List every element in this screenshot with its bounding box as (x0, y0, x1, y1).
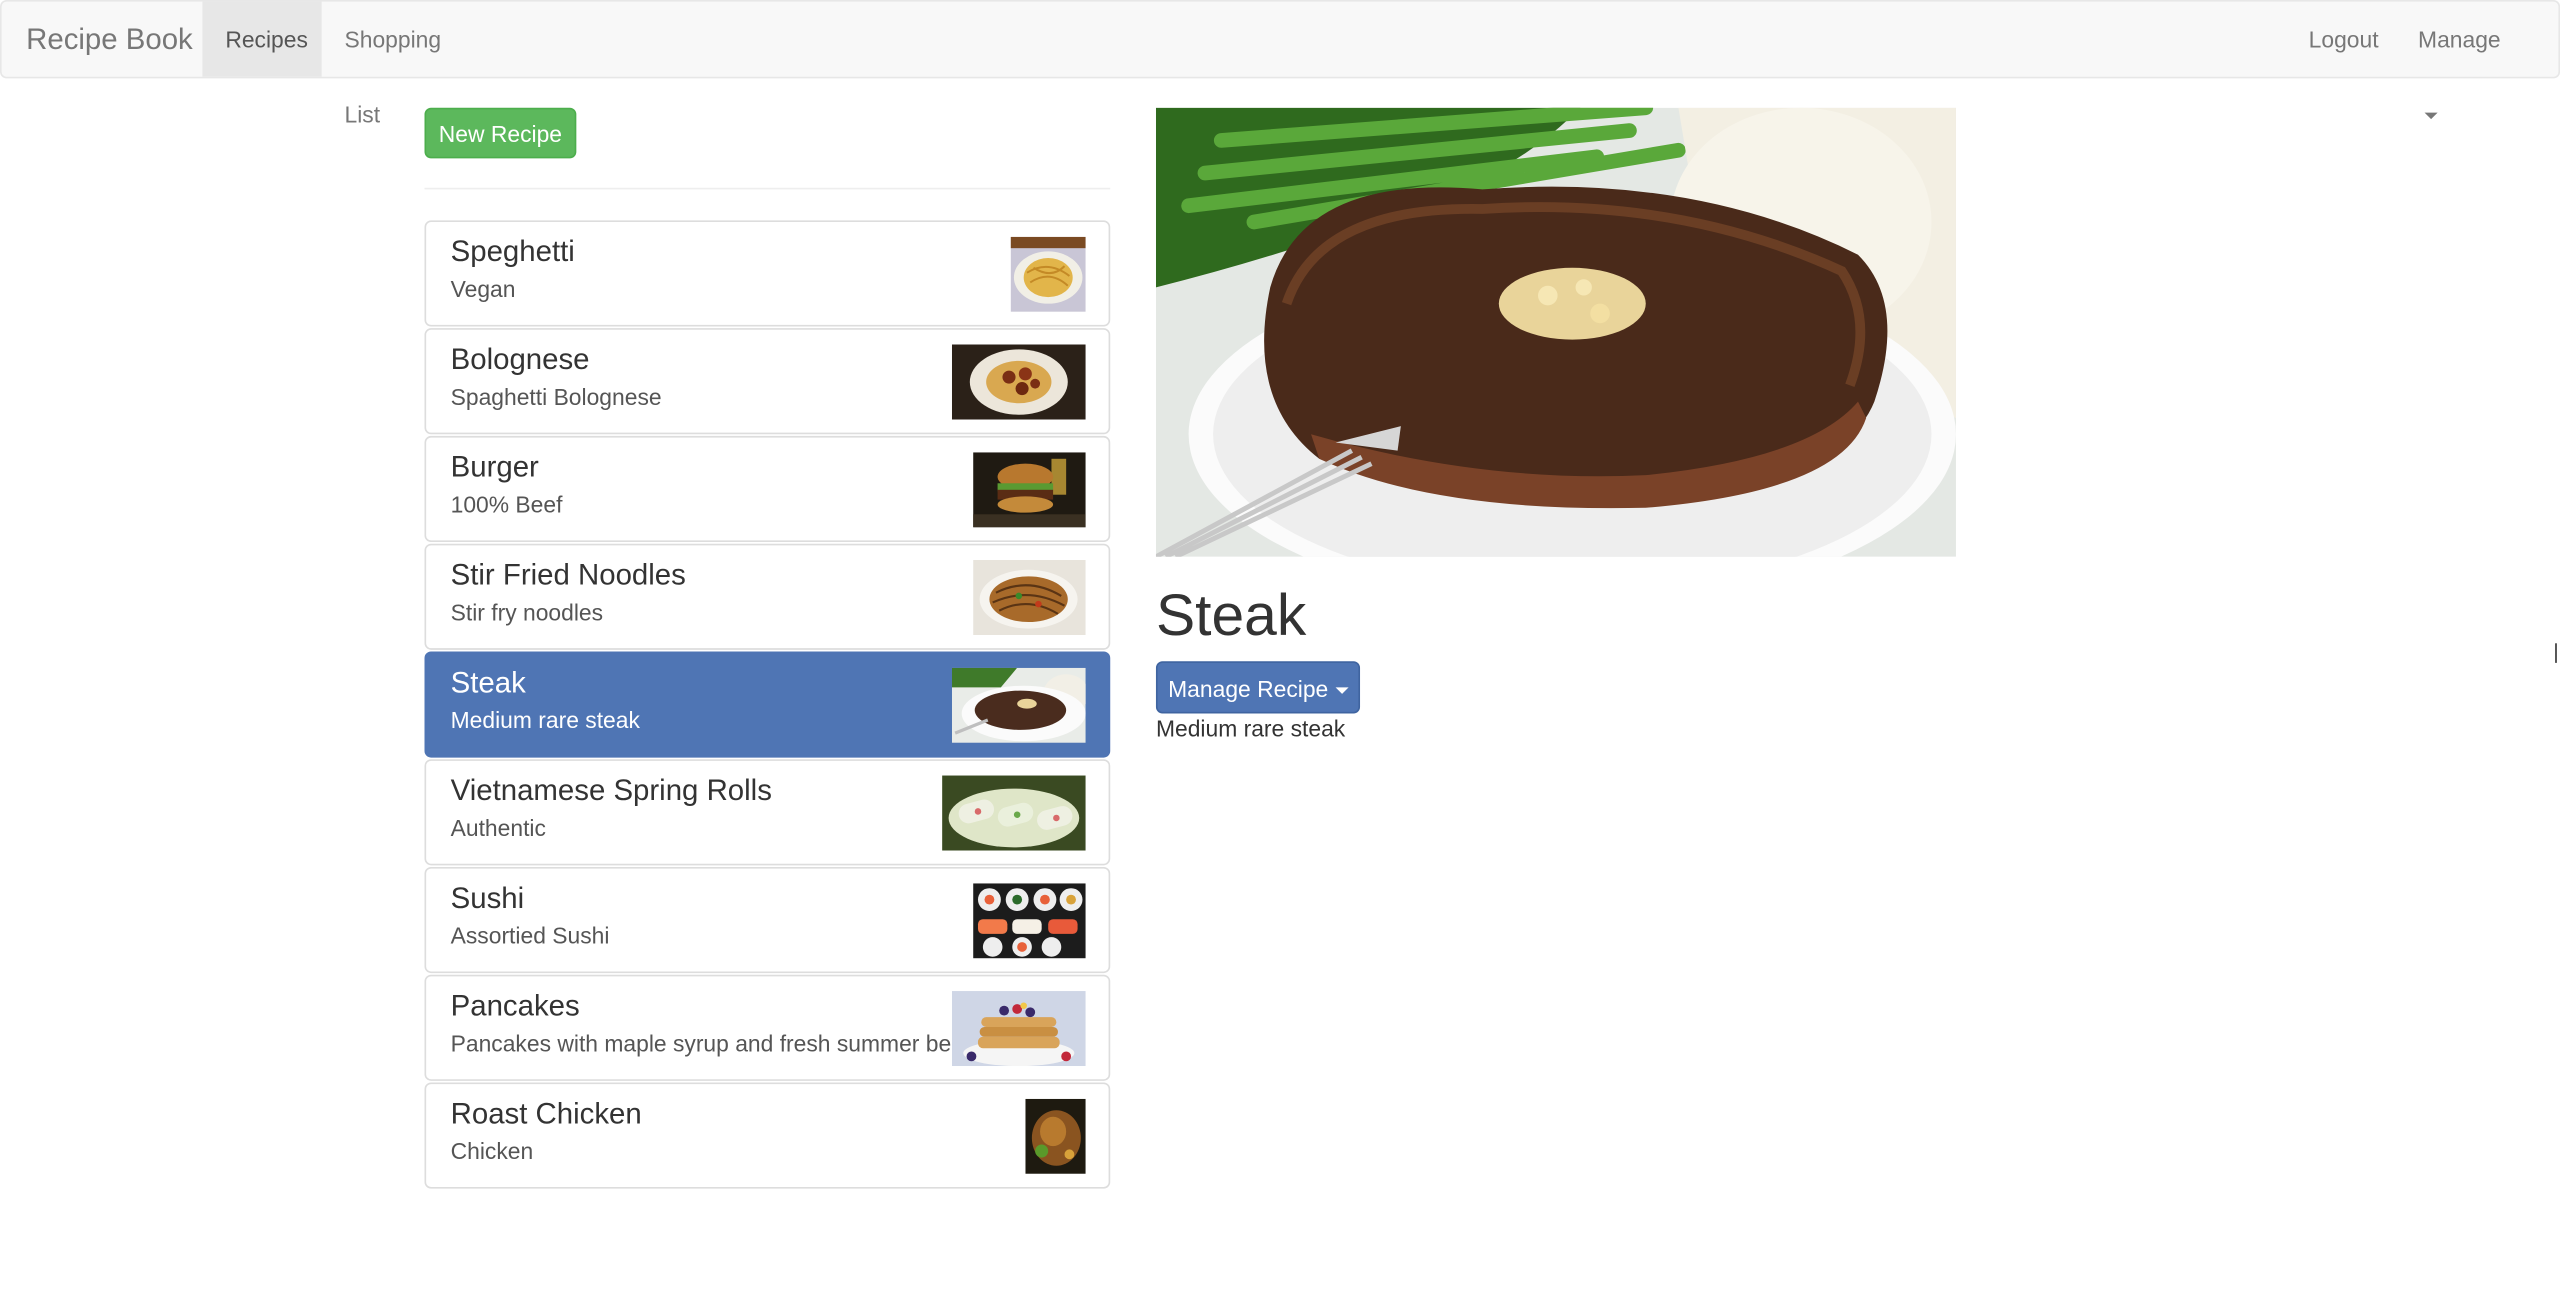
recipe-name: Stir Fried Noodles (450, 558, 686, 592)
manage-recipe-label: Manage Recipe (1168, 675, 1329, 703)
recipe-thumbnail (973, 883, 1086, 959)
manage-recipe-button[interactable]: Manage Recipe (1155, 661, 1361, 714)
recipe-item-vietnamese-spring-rolls[interactable]: Vietnamese Spring Rolls Authentic (424, 759, 1111, 866)
recipe-item-pancakes[interactable]: Pancakes Pancakes with maple syrup and f… (424, 974, 1111, 1081)
recipe-description: Medium rare steak (450, 706, 640, 734)
recipe-name: Vietnamese Spring Rolls (450, 773, 772, 807)
recipe-name: Bolognese (450, 342, 590, 376)
recipe-name: Roast Chicken (450, 1097, 642, 1130)
nav-shopping-list[interactable]: Shopping List (322, 2, 495, 127)
recipe-description: Stir fry noodles (450, 599, 604, 626)
recipe-name: Pancakes (450, 989, 580, 1023)
recipe-thumbnail (942, 775, 1086, 851)
recipe-item-stir-fried-noodles[interactable]: Stir Fried Noodles Stir fry noodles (424, 543, 1111, 650)
recipe-description: 100% Beef (450, 491, 563, 518)
text-cursor-icon (2555, 643, 2560, 663)
manage-dropdown[interactable]: Manage (2395, 2, 2539, 120)
new-recipe-button[interactable]: New Recipe (424, 107, 577, 159)
recipe-thumbnail (973, 560, 1086, 636)
divider (424, 187, 1111, 190)
recipe-image (1155, 107, 1956, 557)
caret-down-icon (2424, 113, 2438, 120)
recipe-thumbnail (951, 991, 1086, 1067)
recipe-description: Spaghetti Bolognese (450, 383, 662, 410)
recipe-item-bolognese[interactable]: Bolognese Spaghetti Bolognese (424, 328, 1111, 435)
recipe-name: Steak (450, 666, 526, 699)
recipe-item-speghetti[interactable]: Speghetti Vegan (424, 220, 1111, 327)
recipe-item-roast-chicken[interactable]: Roast Chicken Chicken (424, 1082, 1111, 1189)
recipe-description: Authentic (450, 814, 546, 841)
recipe-item-sushi[interactable]: Sushi Assortied Sushi (424, 866, 1111, 974)
brand-link[interactable]: Recipe Book (26, 2, 193, 77)
recipe-thumbnail (1025, 1098, 1086, 1174)
recipe-description: Assortied Sushi (450, 922, 610, 949)
recipe-description: Vegan (450, 275, 516, 303)
recipe-name: Sushi (450, 881, 525, 915)
recipe-list: Speghetti Vegan Bolognese Spaghetti Bolo… (424, 220, 1111, 1190)
recipe-description: Pancakes with maple syrup and fresh summ… (450, 1030, 996, 1057)
manage-label: Manage (2418, 26, 2501, 53)
navbar: Recipe Book Recipes Shopping List Logout… (0, 0, 2560, 127)
recipe-thumbnail (1010, 236, 1086, 312)
recipe-item-steak[interactable]: Steak Medium rare steak (424, 651, 1111, 758)
recipe-thumbnail (973, 452, 1086, 528)
recipe-thumbnail (951, 667, 1086, 743)
recipe-item-burger[interactable]: Burger 100% Beef (424, 435, 1111, 543)
recipe-name: Speghetti (450, 235, 575, 268)
caret-down-icon (1334, 687, 1348, 695)
recipe-title: Steak (1155, 581, 1307, 649)
nav-recipes[interactable]: Recipes (202, 1, 322, 77)
recipe-description: Chicken (450, 1137, 534, 1165)
recipe-name: Burger (450, 450, 539, 484)
logout-link[interactable]: Logout (2286, 2, 2397, 77)
recipe-thumbnail (951, 344, 1086, 420)
recipe-description-text: Medium rare steak (1155, 715, 1346, 742)
